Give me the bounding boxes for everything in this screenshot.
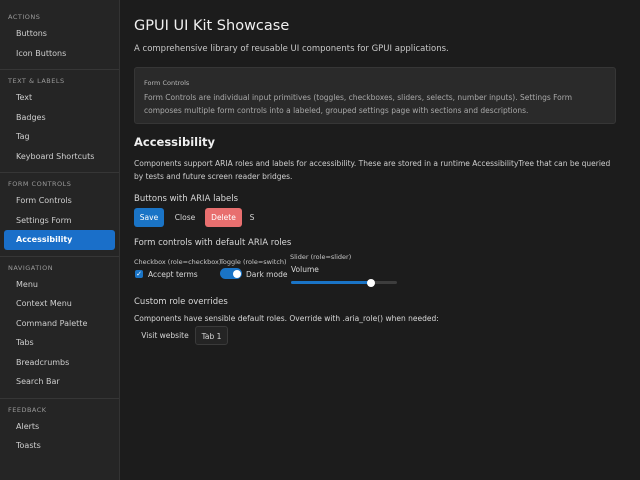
info-note: Form Controls Form Controls are individu… xyxy=(134,67,616,124)
sidebar-section-title: FORM CONTROLS xyxy=(8,180,72,188)
sidebar-item-tabs[interactable]: Tabs xyxy=(4,333,115,353)
sidebar-divider xyxy=(0,397,119,399)
sidebar-section-title: NAVIGATION xyxy=(8,263,54,272)
controls-heading: Form controls with default ARIA roles xyxy=(134,238,292,248)
s-button[interactable]: S xyxy=(246,208,258,227)
page-title: GPUI UI Kit Showcase xyxy=(134,18,290,34)
custom-roles-heading: Custom role overrides xyxy=(134,297,228,307)
sidebar-section-title: ACTIONS xyxy=(8,13,41,21)
section-heading-accessibility: Accessibility xyxy=(134,135,216,149)
accessibility-description: Components support ARIA roles and labels… xyxy=(134,159,611,181)
toggle-knob xyxy=(232,269,241,278)
dark-mode-label[interactable]: Dark mode xyxy=(246,270,287,279)
sidebar-item-search-bar[interactable]: Search Bar xyxy=(4,372,115,392)
save-button[interactable]: Save xyxy=(134,208,164,227)
volume-slider-thumb[interactable] xyxy=(366,278,375,287)
sidebar-item-badges[interactable]: Badges xyxy=(4,108,115,128)
checkbox-caption: Checkbox (role=checkbox) xyxy=(134,258,222,266)
sidebar-item-form-controls[interactable]: Form Controls xyxy=(4,191,115,211)
sidebar-item-toasts[interactable]: Toasts xyxy=(4,436,115,456)
visit-website-link[interactable]: Visit website xyxy=(137,326,193,345)
accept-terms-checkbox[interactable]: ✓ xyxy=(135,270,143,278)
slider-caption: Slider (role=slider) xyxy=(290,253,352,261)
sidebar-divider xyxy=(0,255,119,257)
sidebar-section-title: TEXT & LABELS xyxy=(8,77,65,85)
buttons-heading: Buttons with ARIA labels xyxy=(134,194,239,204)
sidebar-item-context-menu[interactable]: Context Menu xyxy=(4,294,115,314)
custom-roles-description: Components have sensible default roles. … xyxy=(134,314,439,323)
sidebar: ACTIONS Buttons Icon Buttons TEXT & LABELS T… xyxy=(0,0,120,480)
sidebar-item-menu[interactable]: Menu xyxy=(4,275,115,295)
tab-1[interactable]: Tab 1 xyxy=(195,326,228,345)
sidebar-item-breadcrumbs[interactable]: Breadcrumbs xyxy=(4,353,115,373)
note-body: Form Controls are individual input primi… xyxy=(144,93,573,115)
sidebar-item-keyboard-shortcuts[interactable]: Keyboard Shortcuts xyxy=(4,147,115,167)
close-button[interactable]: Close xyxy=(170,208,200,227)
sidebar-item-settings-form[interactable]: Settings Form xyxy=(4,211,115,231)
sidebar-item-command-palette[interactable]: Command Palette xyxy=(4,314,115,334)
dark-mode-toggle[interactable] xyxy=(220,268,242,279)
toggle-caption: Toggle (role=switch) xyxy=(220,258,287,266)
page-subtitle: A comprehensive library of reusable UI c… xyxy=(134,44,449,54)
sidebar-divider xyxy=(0,172,119,173)
accept-terms-label[interactable]: Accept terms xyxy=(148,270,198,279)
volume-label: Volume xyxy=(291,265,319,274)
volume-slider-fill xyxy=(291,281,371,284)
sidebar-item-accessibility[interactable]: Accessibility xyxy=(4,230,115,250)
sidebar-item-text[interactable]: Text xyxy=(4,88,115,108)
sidebar-item-buttons[interactable]: Buttons xyxy=(4,24,115,44)
sidebar-section-title: FEEDBACK xyxy=(8,405,47,414)
sidebar-item-icon-buttons[interactable]: Icon Buttons xyxy=(4,44,115,64)
sidebar-item-tag[interactable]: Tag xyxy=(4,127,115,147)
note-title: Form Controls xyxy=(144,79,190,87)
sidebar-item-alerts[interactable]: Alerts xyxy=(4,417,115,437)
sidebar-divider xyxy=(0,69,119,70)
delete-button[interactable]: Delete xyxy=(205,208,242,227)
